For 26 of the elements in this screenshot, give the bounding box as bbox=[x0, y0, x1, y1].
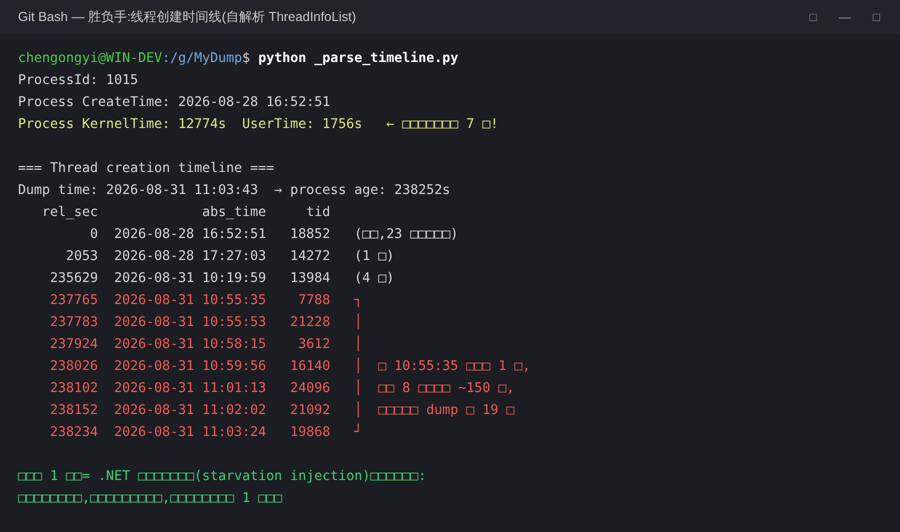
output-line: □□□□□□□□,□□□□□□□□□,□□□□□□□□ 1 □□□ bbox=[18, 490, 282, 508]
output-line: Process CreateTime: 2026-08-28 16:52:51 bbox=[18, 94, 330, 112]
output-line: 238102 2026-08-31 11:01:13 24096 │ □□ 8 □□□□ ~150 □, bbox=[49, 379, 514, 398]
output-line: rel_sec abs_time tid bbox=[41, 204, 330, 222]
output-line: === Thread creation timeline === bbox=[18, 160, 274, 178]
window-title: Git Bash — 胜负手:线程创建时间线(自解析 ThreadInfoList) bbox=[18, 8, 356, 26]
output-line: 0 2026-08-28 16:52:51 18852 (□□,23 □□□□□) bbox=[89, 226, 458, 244]
output-line: Dump time: 2026-08-31 11:03:43 → process age: 238252s bbox=[18, 182, 450, 200]
window-control[interactable]: □ bbox=[808, 8, 819, 26]
output-line: 238152 2026-08-31 11:02:02 21092 │ □□□□□ dump □ 19 □ bbox=[49, 401, 514, 420]
prompt-symbol: $ bbox=[242, 50, 250, 68]
output-line: 237765 2026-08-31 10:55:35 7788 ┐ bbox=[49, 292, 362, 310]
output-line: 2053 2026-08-28 17:27:03 14272 (1 □) bbox=[65, 248, 394, 266]
window-control[interactable]: □ bbox=[870, 8, 882, 26]
output-line: ProcessId: 1015 bbox=[18, 72, 138, 90]
prompt-path: :/g/MyDump bbox=[162, 50, 242, 68]
output-line: 238026 2026-08-31 10:59:56 16140 │ □ 10:55:35 □□□ 1 □, bbox=[49, 357, 530, 376]
output-line: 238234 2026-08-31 11:03:24 19868 ┘ bbox=[49, 423, 362, 442]
command-text: python _parse_timeline.py bbox=[258, 50, 458, 68]
output-line: □□□ 1 □□= .NET □□□□□□□(starvation injection)□□□□□□: bbox=[18, 468, 426, 486]
output-line: Process KernelTime: 12774s UserTime: 1756s ← □□□□□□□ 7 □! bbox=[18, 116, 498, 134]
window-control[interactable]: — bbox=[836, 8, 853, 26]
output-line: 235629 2026-08-31 10:19:59 13984 (4 □) bbox=[49, 270, 394, 288]
prompt-user: chengongyi@WIN-DEV bbox=[18, 50, 162, 68]
output-line: 237783 2026-08-31 10:55:53 21228 │ bbox=[49, 313, 362, 332]
output-line: 237924 2026-08-31 10:58:15 3612 │ bbox=[49, 335, 362, 354]
